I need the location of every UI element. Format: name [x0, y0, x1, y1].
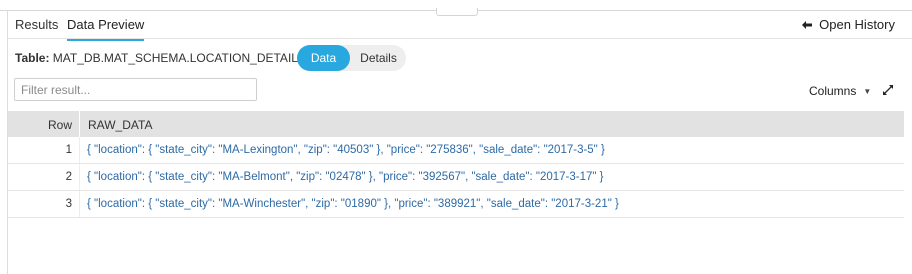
- column-divider: [79, 191, 80, 217]
- row-number: 1: [65, 144, 72, 156]
- results-grid: Row RAW_DATA 1 { "location": { "state_ci…: [8, 111, 904, 218]
- raw-data-cell[interactable]: { "location": { "state_city": "MA-Winche…: [87, 198, 619, 210]
- grid-body: 1 { "location": { "state_city": "MA-Lexi…: [8, 137, 904, 218]
- grid-header: Row RAW_DATA: [8, 111, 904, 137]
- open-history-label: Open History: [819, 17, 895, 32]
- columns-label: Columns: [809, 84, 857, 98]
- active-tab-indicator: [67, 39, 145, 41]
- table-row[interactable]: 2 { "location": { "state_city": "MA-Belm…: [8, 164, 904, 191]
- row-number: 3: [65, 198, 72, 210]
- column-divider: [79, 164, 80, 190]
- raw-data-cell[interactable]: { "location": { "state_city": "MA-Lexing…: [87, 144, 605, 156]
- table-row[interactable]: 3 { "location": { "state_city": "MA-Winc…: [8, 191, 904, 218]
- tab-bar-divider: [8, 38, 912, 39]
- back-arrow-icon: [802, 20, 813, 29]
- view-toggle: Data Details: [297, 45, 406, 71]
- table-identifier: Table: MAT_DB.MAT_SCHEMA.LOCATION_DETAIL…: [15, 51, 306, 65]
- tab-data-preview-label: Data Preview: [67, 17, 145, 32]
- column-header-row[interactable]: Row: [8, 118, 72, 132]
- row-number: 2: [65, 171, 72, 183]
- table-name: MAT_DB.MAT_SCHEMA.LOCATION_DETAILS: [52, 51, 306, 65]
- expand-icon[interactable]: [882, 84, 894, 96]
- table-label-prefix: Table:: [15, 51, 50, 65]
- column-divider: [79, 111, 80, 137]
- tab-results[interactable]: Results: [15, 17, 58, 32]
- open-history-button[interactable]: Open History: [802, 17, 895, 32]
- column-header-raw-data[interactable]: RAW_DATA: [88, 118, 152, 132]
- details-toggle-button[interactable]: Details: [353, 45, 404, 71]
- column-divider: [79, 137, 80, 163]
- table-row[interactable]: 1 { "location": { "state_city": "MA-Lexi…: [8, 137, 904, 164]
- tab-bar: Results Data Preview Open History: [8, 11, 912, 41]
- columns-dropdown[interactable]: Columns ▼: [809, 84, 871, 98]
- caret-down-icon: ▼: [863, 86, 872, 96]
- tab-data-preview[interactable]: Data Preview: [67, 17, 145, 41]
- data-toggle-button[interactable]: Data: [297, 45, 350, 71]
- filter-result-input[interactable]: [14, 78, 257, 101]
- raw-data-cell[interactable]: { "location": { "state_city": "MA-Belmon…: [87, 171, 604, 183]
